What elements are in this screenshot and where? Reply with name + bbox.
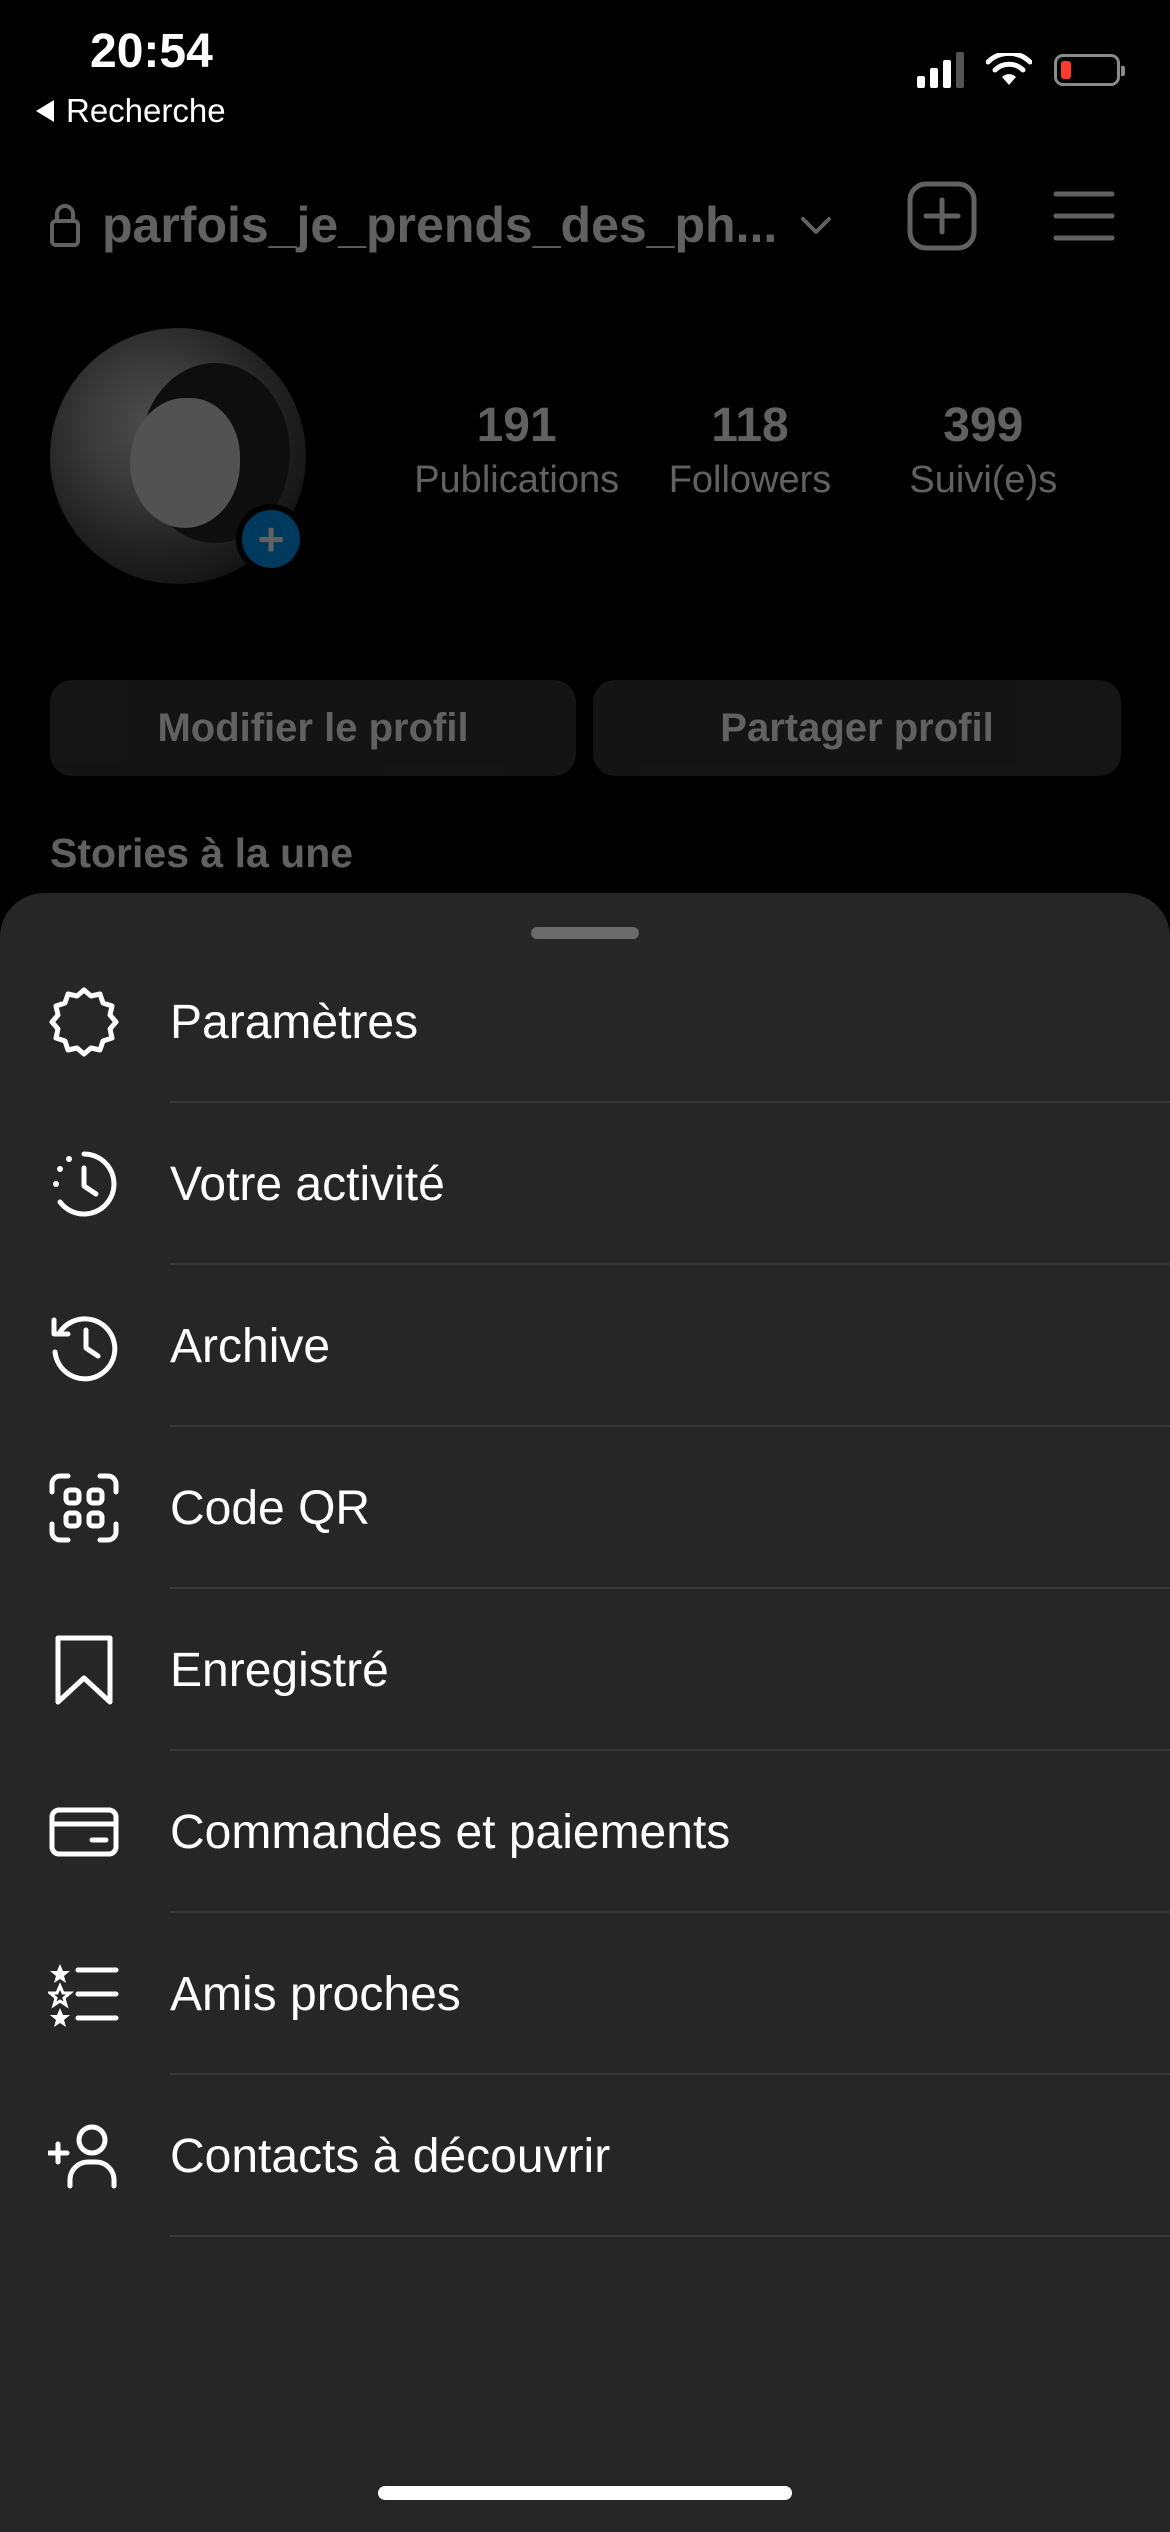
signal-icon	[917, 52, 964, 88]
status-bar: 20:54 Recherche	[0, 0, 1170, 140]
menu-item-discover-contacts[interactable]: Contacts à découvrir	[0, 2075, 1170, 2237]
profile-avatar[interactable]: +	[50, 328, 306, 584]
menu-item-label: Archive	[170, 1319, 331, 1373]
stat-value: 191	[476, 399, 557, 452]
stat-label: Suivi(e)s	[909, 459, 1058, 501]
menu-item-archive[interactable]: Archive	[0, 1265, 1170, 1427]
chevron-down-icon[interactable]	[799, 208, 833, 242]
menu-item-settings[interactable]: Paramètres	[0, 941, 1170, 1103]
edit-profile-button[interactable]: Modifier le profil	[50, 680, 576, 776]
bookmark-icon	[48, 1634, 120, 1706]
status-time: 20:54	[90, 25, 213, 78]
wifi-icon	[986, 53, 1032, 85]
profile-topbar: parfois_je_prends_des_ph...	[50, 180, 1130, 270]
settings-icon	[48, 986, 120, 1058]
back-to-search-link[interactable]: Recherche	[36, 92, 226, 130]
qr-code-icon	[48, 1472, 120, 1544]
add-story-button[interactable]: +	[236, 504, 306, 574]
back-arrow-icon	[36, 100, 54, 122]
menu-item-label: Enregistré	[170, 1643, 389, 1697]
lock-icon	[50, 204, 80, 247]
menu-item-activity[interactable]: Votre activité	[0, 1103, 1170, 1265]
stat-label: Publications	[414, 459, 620, 501]
activity-icon	[48, 1148, 120, 1220]
share-profile-button[interactable]: Partager profil	[593, 680, 1121, 776]
card-icon	[48, 1796, 120, 1868]
menu-item-label: Paramètres	[170, 995, 419, 1049]
menu-item-label: Contacts à découvrir	[170, 2129, 611, 2183]
archive-icon	[48, 1310, 120, 1382]
stat-followers[interactable]: 118 Followers	[633, 398, 866, 502]
back-link-label: Recherche	[66, 92, 226, 129]
profile-screen-dimmed: parfois_je_prends_des_ph... + 191 Public…	[0, 140, 1170, 900]
menu-item-orders-payments[interactable]: Commandes et paiements	[0, 1751, 1170, 1913]
stat-publications[interactable]: 191 Publications	[400, 398, 633, 502]
account-username[interactable]: parfois_je_prends_des_ph...	[102, 196, 777, 254]
menu-item-saved[interactable]: Enregistré	[0, 1589, 1170, 1751]
menu-item-label: Amis proches	[170, 1967, 461, 2021]
profile-menu-sheet: Paramètres Votre activité Archive Code Q…	[0, 893, 1170, 2532]
new-post-icon[interactable]	[906, 180, 978, 252]
sheet-grabber-handle[interactable]	[531, 927, 639, 939]
menu-item-label: Commandes et paiements	[170, 1805, 731, 1859]
stat-following[interactable]: 399 Suivi(e)s	[867, 398, 1100, 502]
menu-item-label: Votre activité	[170, 1157, 445, 1211]
battery-icon	[1054, 54, 1125, 86]
close-friends-icon	[48, 1958, 120, 2030]
profile-stats: 191 Publications 118 Followers 399 Suivi…	[400, 398, 1100, 502]
menu-item-close-friends[interactable]: Amis proches	[0, 1913, 1170, 2075]
stat-value: 118	[711, 399, 789, 452]
hamburger-menu-icon[interactable]	[1052, 186, 1116, 246]
menu-item-qr-code[interactable]: Code QR	[0, 1427, 1170, 1589]
stat-value: 399	[943, 399, 1024, 452]
menu-list: Paramètres Votre activité Archive Code Q…	[0, 941, 1170, 2237]
add-person-icon	[48, 2120, 120, 2192]
menu-item-label: Code QR	[170, 1481, 371, 1535]
home-indicator[interactable]	[378, 2486, 792, 2500]
highlights-title: Stories à la une	[50, 830, 354, 876]
stat-label: Followers	[668, 459, 832, 501]
status-icons	[917, 52, 1125, 88]
